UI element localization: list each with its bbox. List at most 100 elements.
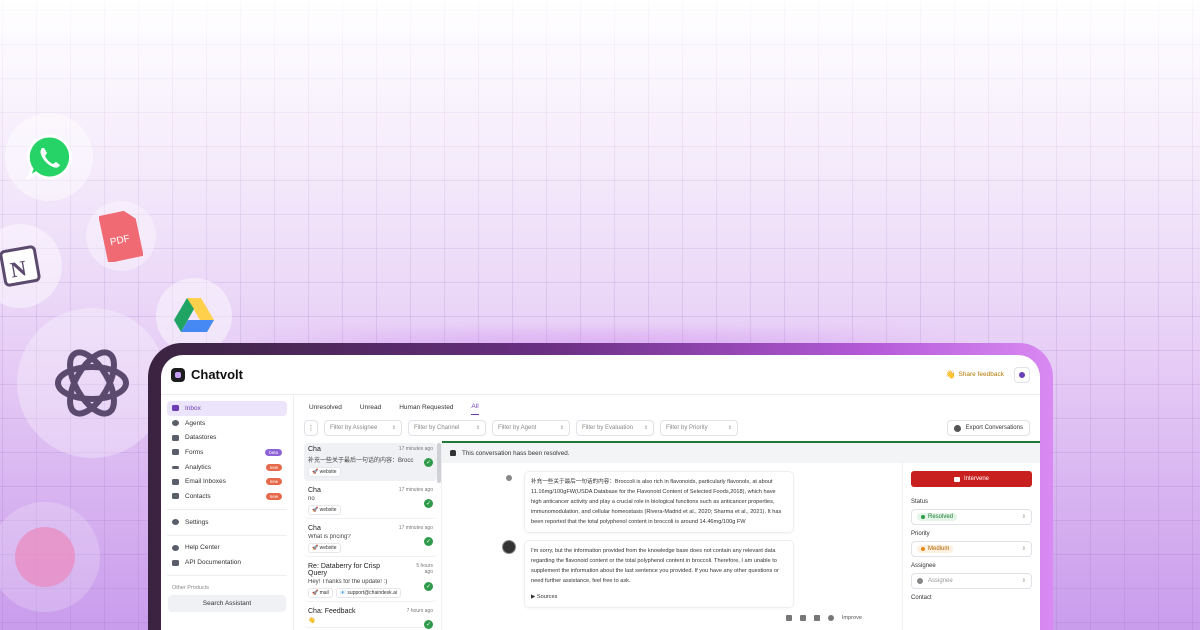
whatsapp-bubble: [5, 113, 93, 201]
channel-tag: 🚀 website: [308, 505, 341, 515]
check-circle-icon: ✓: [424, 620, 433, 629]
tab-unresolved[interactable]: Unresolved: [309, 404, 342, 415]
filter-assignee-select[interactable]: Filter by Assignee ⇕: [324, 420, 402, 436]
notion-icon: N: [0, 245, 41, 287]
theme-toggle-button[interactable]: [1014, 366, 1030, 383]
conversation-title: Cha: [308, 446, 321, 453]
sidebar-divider: [167, 534, 287, 536]
sidebar-item-forms[interactable]: Forms beta: [167, 445, 287, 460]
conversation-item[interactable]: Cha 17 minutes ago no ✓ 🚀 website: [304, 484, 437, 519]
export-conversations-button[interactable]: Export Conversations: [946, 420, 1030, 436]
sidebar-item-contacts[interactable]: Contacts new: [167, 489, 287, 504]
tab-human-requested[interactable]: Human Requested: [399, 404, 453, 415]
sidebar-divider: [167, 574, 287, 576]
sidebar-item-agents[interactable]: Agents: [167, 416, 287, 431]
filter-channel-select[interactable]: Filter by Channel ⇕: [408, 420, 486, 436]
sources-toggle[interactable]: ▶ Sources: [531, 592, 787, 602]
sidebar-item-email-inboxes[interactable]: Email Inboxes new: [167, 474, 287, 489]
sidebar-item-label: Agents: [185, 419, 206, 427]
user-avatar-icon: [502, 471, 516, 485]
chat-panel: This conversation hass been resolved. 补充…: [442, 441, 1040, 630]
check-circle-icon: ✓: [424, 537, 433, 546]
chevron-updown-icon: ⇕: [1021, 546, 1026, 552]
share-feedback-label: Share feedback: [958, 371, 1004, 378]
copy-icon[interactable]: [785, 615, 792, 621]
email-tag: 📧 support@chaindesk.ai: [335, 588, 401, 598]
contact-label: Contact: [911, 595, 932, 601]
gear-icon: [172, 519, 179, 526]
sidebar-item-analytics[interactable]: Analytics new: [167, 460, 287, 475]
channel-tag: 🚀 website: [308, 543, 341, 553]
check-circle-icon: ✓: [424, 458, 433, 467]
status-chip: Resolved: [917, 513, 958, 521]
check-circle-icon: ✓: [424, 582, 433, 591]
export-label: Export Conversations: [965, 425, 1023, 431]
tab-all[interactable]: All: [471, 403, 479, 415]
datastores-icon: [172, 434, 179, 441]
analytics-icon: [172, 465, 179, 469]
conversation-list: Cha 17 minutes ago 补充一些关于最后一句话的内容：Brocc …: [294, 441, 442, 630]
filter-label: Filter by Priority: [666, 425, 708, 431]
sidebar-item-label: API Documentation: [185, 559, 242, 567]
sidebar-item-label: Analytics: [185, 463, 212, 471]
priority-chip: Medium: [917, 545, 954, 553]
filter-label: Filter by Channel: [414, 425, 460, 431]
chevron-updown-icon: ⇕: [727, 425, 732, 431]
sidebar-item-inbox[interactable]: Inbox: [167, 401, 287, 416]
tag-icon: [15, 527, 75, 587]
top-bar: Chatvolt 👋 Share feedback: [161, 355, 1040, 395]
new-badge: new: [265, 492, 282, 500]
conversation-title: Cha: [308, 525, 321, 532]
status-label: Status: [911, 499, 929, 505]
conversation-time: 17 minutes ago: [398, 446, 433, 452]
bot-avatar: [502, 540, 516, 554]
conversation-title: Cha: Feedback: [308, 608, 356, 615]
priority-select[interactable]: Medium ⇕: [911, 541, 1032, 557]
tab-unread[interactable]: Unread: [360, 404, 381, 415]
filter-agent-select[interactable]: Filter by Agent ⇕: [492, 420, 570, 436]
conversation-item[interactable]: Re: Databerry for Crisp Query 5 hours ag…: [304, 560, 437, 602]
chevron-updown-icon: ⇕: [1021, 578, 1026, 584]
channel-tag: 🚀 website: [308, 467, 341, 477]
search-assistant-button[interactable]: Search Assistant: [168, 594, 286, 612]
download-icon: [953, 424, 961, 432]
sidebar-item-help-center[interactable]: Help Center: [167, 541, 287, 556]
thumbs-down-icon[interactable]: [813, 615, 820, 621]
conversation-item[interactable]: Cha 17 minutes ago 补充一些关于最后一句话的内容：Brocc …: [304, 443, 437, 481]
channel-tag: 🚀 mail: [308, 588, 333, 598]
thumbs-up-icon[interactable]: [799, 615, 806, 621]
filter-evaluation-select[interactable]: Filter by Evaluation ⇕: [576, 420, 654, 436]
improve-button[interactable]: Improve: [842, 615, 862, 621]
brand[interactable]: Chatvolt: [171, 367, 243, 382]
assignee-label: Assignee: [911, 563, 936, 569]
sidebar-item-settings[interactable]: Settings: [167, 515, 287, 530]
sidebar-item-label: Forms: [185, 448, 204, 456]
intervene-button[interactable]: Intervene: [911, 471, 1032, 487]
new-badge: new: [265, 463, 282, 471]
resolved-notice: This conversation hass been resolved.: [462, 449, 570, 457]
conversation-item[interactable]: Cha 17 minutes ago What is pricing? ✓ 🚀 …: [304, 522, 437, 557]
assignee-placeholder: Assignee: [928, 578, 953, 584]
conversation-time: 5 hours ago: [416, 563, 433, 575]
status-select[interactable]: Resolved ⇕: [911, 509, 1032, 525]
more-options-button[interactable]: ⋮: [304, 420, 318, 436]
main-area: Unresolved Unread Human Requested All ⋮ …: [294, 395, 1040, 630]
sidebar-item-label: Settings: [185, 518, 209, 526]
conversation-item[interactable]: Cha: Feedback 7 hours ago 👋 ✓: [304, 605, 437, 629]
share-feedback-button[interactable]: 👋 Share feedback: [945, 370, 1004, 379]
conversation-preview: 👋: [308, 618, 316, 624]
sidebar: Inbox Agents Datastores Forms beta Analy…: [161, 395, 294, 630]
assignee-select[interactable]: Assignee ⇕: [911, 573, 1032, 589]
sidebar-item-api-documentation[interactable]: API Documentation: [167, 555, 287, 570]
filter-bar: ⋮ Filter by Assignee ⇕ Filter by Channel ⇕…: [294, 415, 1040, 441]
chevron-updown-icon: ⇕: [1021, 514, 1026, 520]
sidebar-item-label: Inbox: [185, 404, 201, 412]
scrollbar[interactable]: [437, 443, 441, 483]
person-icon: [917, 578, 923, 584]
filter-priority-select[interactable]: Filter by Priority ⇕: [660, 420, 738, 436]
status-value: Resolved: [928, 514, 954, 520]
agents-icon: [172, 420, 179, 427]
sidebar-item-datastores[interactable]: Datastores: [167, 430, 287, 445]
priority-label: Priority: [911, 531, 930, 537]
device-frame: Chatvolt 👋 Share feedback Inbox Agents D…: [148, 343, 1053, 630]
